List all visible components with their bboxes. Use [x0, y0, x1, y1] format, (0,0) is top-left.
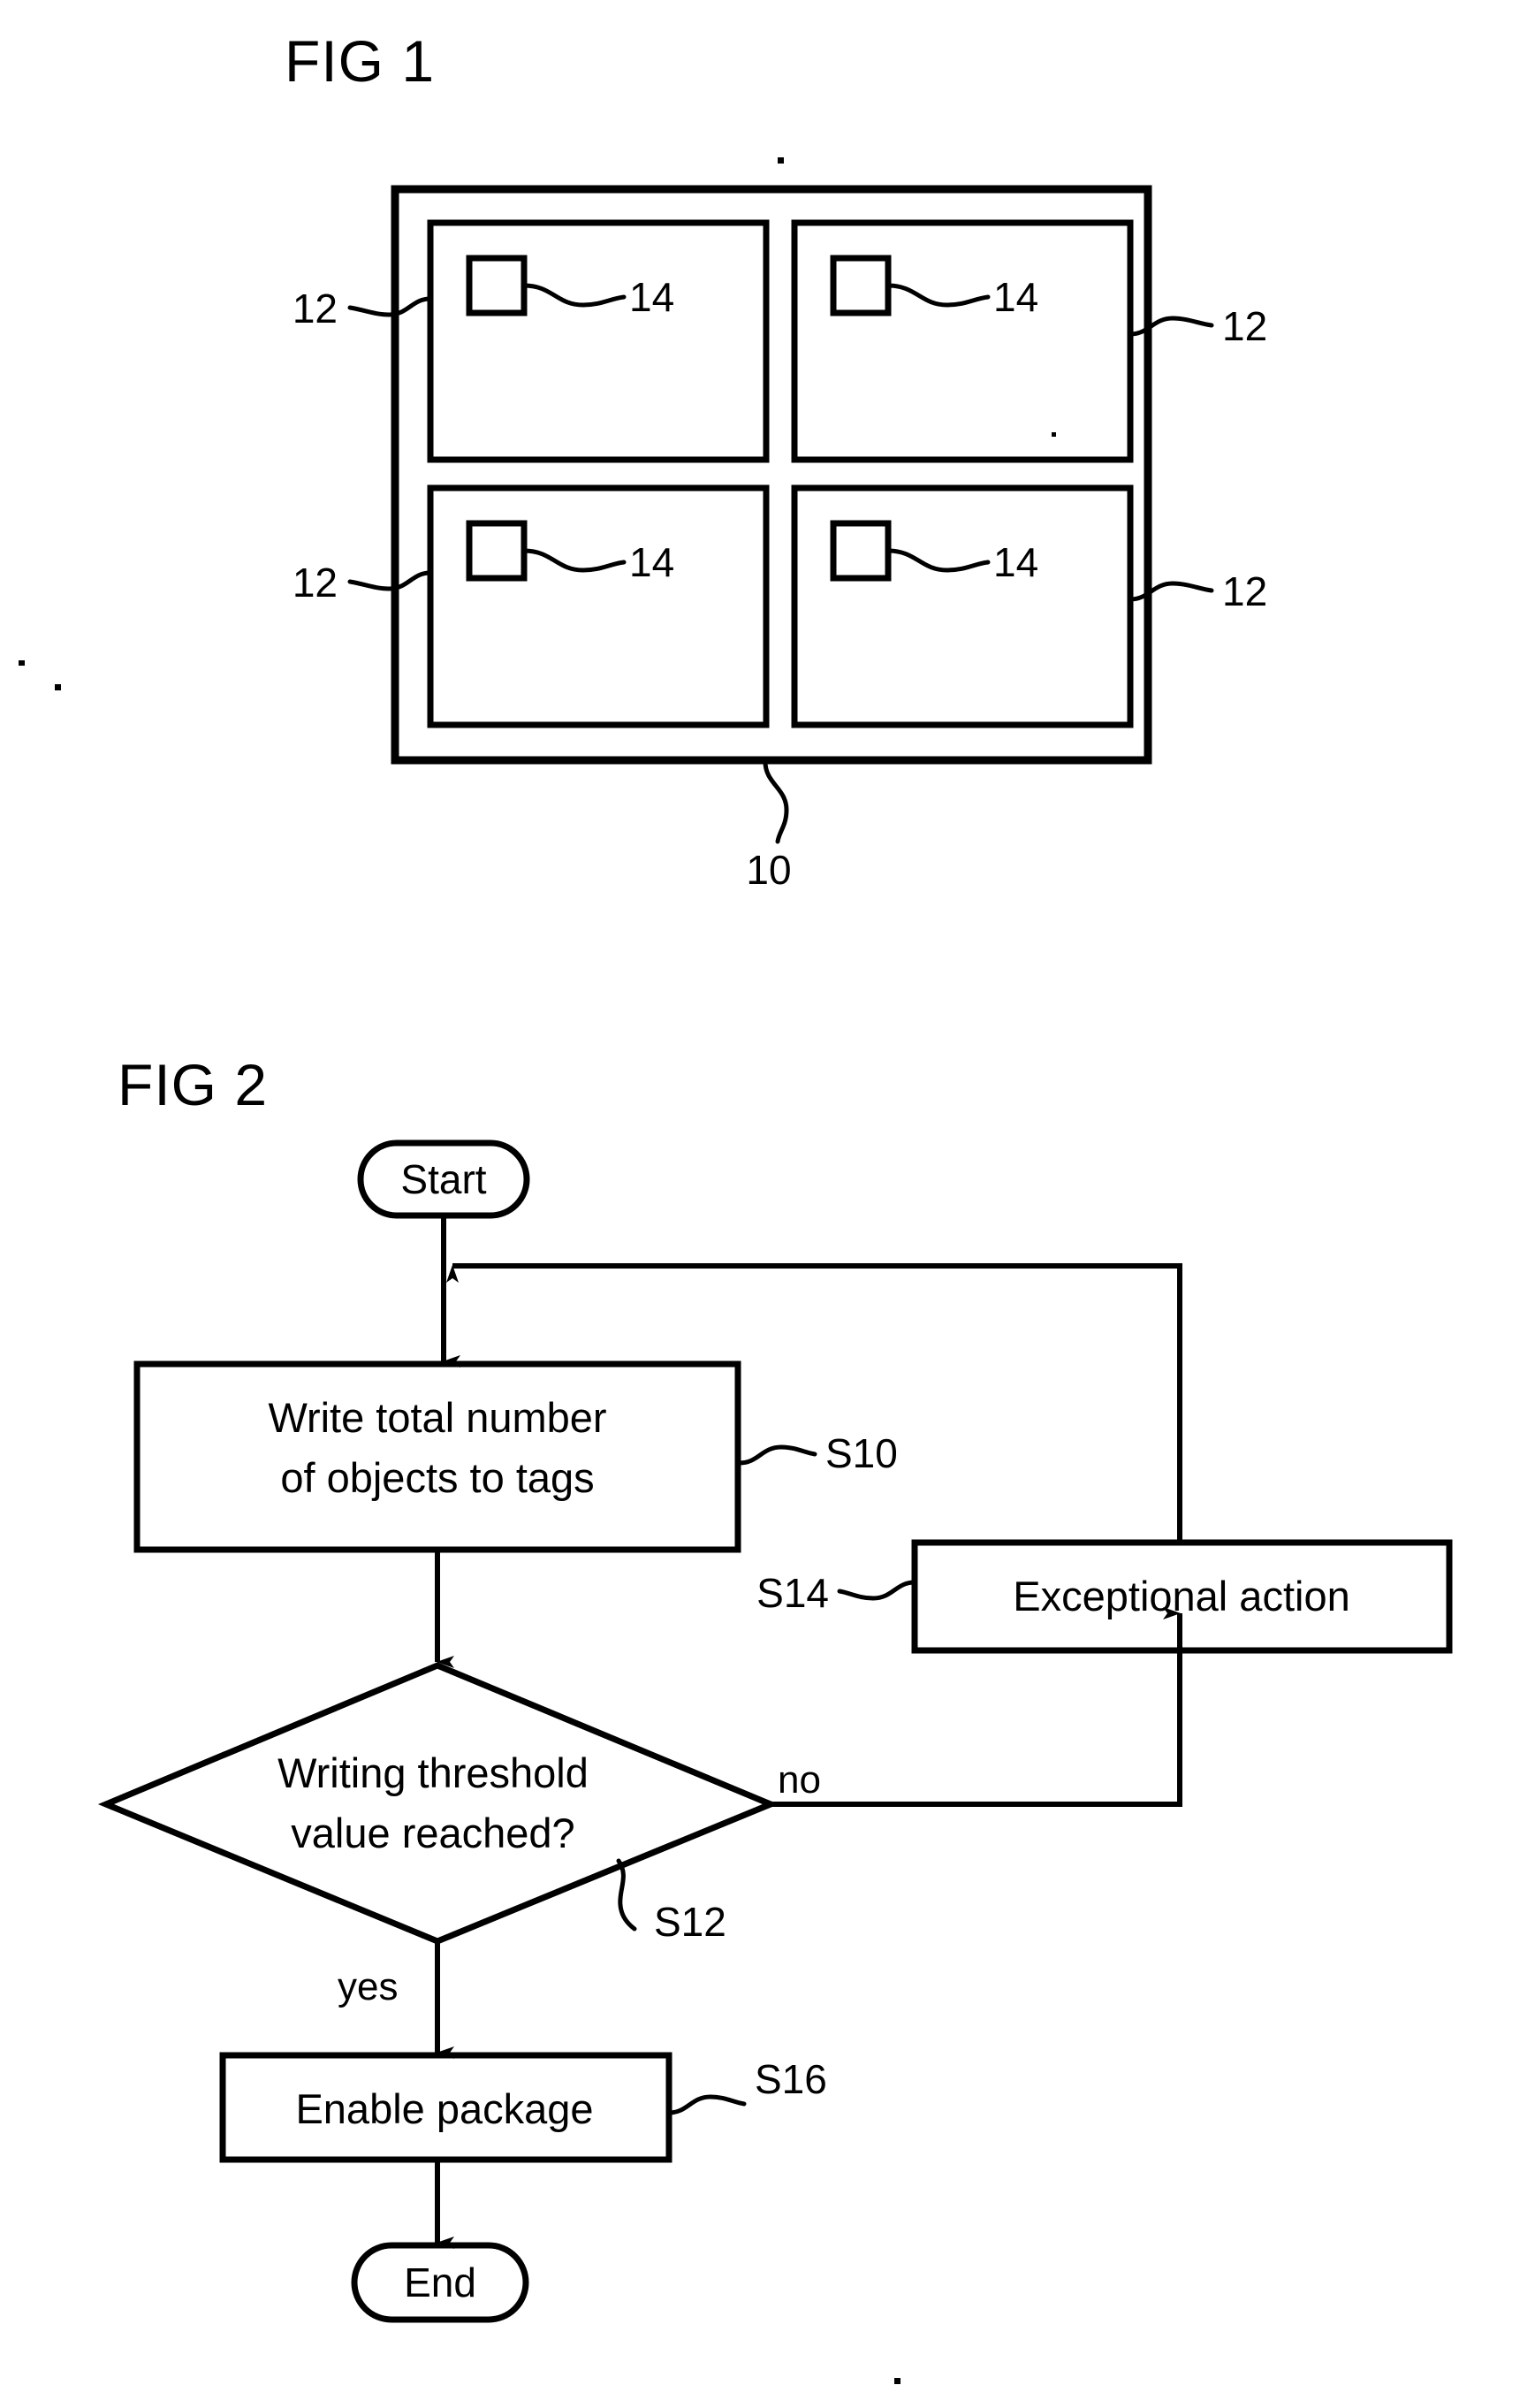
ref-label-12-right-top: 12: [1222, 303, 1267, 349]
ref-label-12-left-top: 12: [293, 286, 338, 331]
tag-square-top-right: [830, 255, 892, 316]
step-s10-line-2: of objects to tags: [280, 1454, 594, 1501]
leader-s16: [666, 2094, 747, 2115]
ref-label-10: 10: [746, 847, 791, 893]
step-s16-label: Enable package: [295, 2085, 593, 2132]
leader-tag-top-right: [885, 283, 991, 308]
tag-square-bottom-left: [466, 520, 528, 582]
leader-ref-12-right-top: [1128, 316, 1214, 337]
figures-canvas: FIG 1 14 14 14 14 12 12 12 12 10 FIG 2 S…: [19, 28, 1453, 2384]
ref-label-s16: S16: [755, 2056, 827, 2102]
leader-ref-10: [763, 759, 789, 844]
ref-label-14-bottom-left: 14: [629, 539, 674, 585]
scan-artifacts: [19, 157, 1056, 2384]
leader-tag-top-left: [521, 283, 627, 308]
figure-1-title: FIG 1: [285, 28, 435, 94]
ref-label-12-left-bottom: 12: [293, 560, 338, 606]
ref-label-14-top-left: 14: [629, 274, 674, 320]
leader-s10: [737, 1444, 817, 1466]
patent-figure-sheet: FIG 1 14 14 14 14 12 12 12 12 10 FIG 2 S…: [0, 0, 1535, 2408]
ref-label-s12: S12: [654, 1899, 726, 1945]
leader-s12: [616, 1858, 637, 1932]
step-s12-line-2: value reached?: [291, 1810, 574, 1856]
ref-label-s10: S10: [825, 1430, 898, 1476]
leader-ref-12-right-bottom: [1128, 581, 1214, 602]
start-label: Start: [400, 1156, 486, 1202]
ref-label-s14: S14: [756, 1570, 829, 1616]
step-s10-line-1: Write total number: [268, 1394, 606, 1441]
step-s14-label: Exceptional action: [1013, 1573, 1349, 1619]
ref-label-12-right-bottom: 12: [1222, 568, 1267, 614]
leader-tag-bottom-left: [521, 548, 627, 573]
branch-label-no: no: [778, 1758, 821, 1802]
tag-square-top-left: [466, 255, 528, 316]
figure-2-group: FIG 2 Start Write total number of object…: [97, 1052, 1453, 2323]
ref-label-14-top-right: 14: [993, 274, 1038, 320]
figure-1-group: FIG 1 14 14 14 14 12 12 12 12 10: [285, 28, 1267, 893]
leader-ref-12-left-bottom: [347, 570, 433, 591]
branch-label-yes: yes: [338, 1965, 398, 2008]
end-label: End: [404, 2259, 476, 2305]
figure-2-title: FIG 2: [118, 1052, 268, 1117]
flow-no-to-s14: [771, 1607, 1182, 1807]
tag-square-bottom-right: [830, 520, 892, 582]
leader-ref-12-left-top: [347, 296, 433, 317]
ref-label-14-bottom-right: 14: [993, 539, 1038, 585]
step-s12-line-1: Writing threshold: [277, 1749, 589, 1796]
leader-tag-bottom-right: [885, 548, 991, 573]
leader-s14: [837, 1580, 917, 1601]
